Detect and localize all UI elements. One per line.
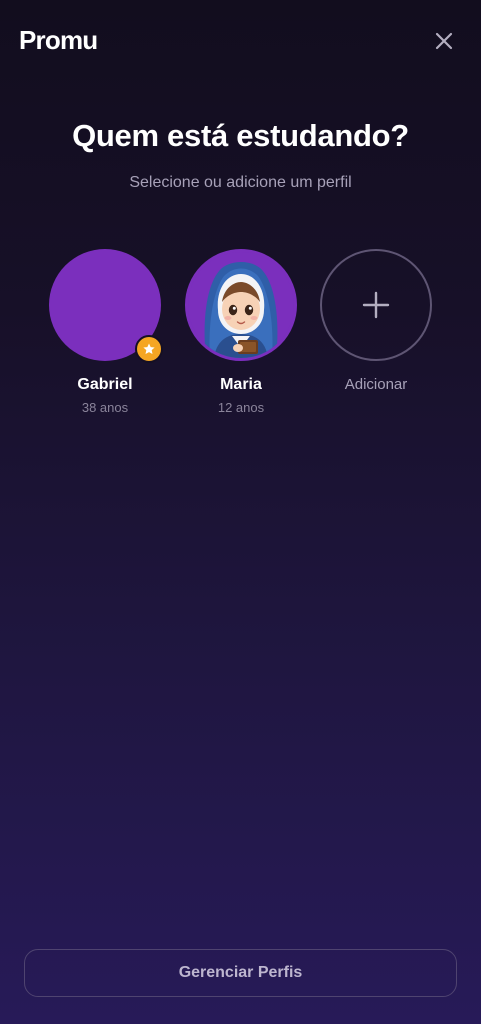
owner-badge [135, 335, 163, 363]
manage-profiles-button[interactable]: Gerenciar Perfis [24, 949, 457, 997]
star-icon [143, 343, 155, 355]
app-logo: Promu [19, 25, 98, 55]
page-title: Quem está estudando? [72, 118, 409, 153]
profile-list: Gabriel 38 anos Maria 12 anos Adicionar [0, 249, 481, 429]
add-profile-button[interactable]: Adicionar [306, 249, 446, 393]
avatar-container [49, 249, 163, 363]
profile-card-gabriel[interactable]: Gabriel 38 anos [35, 249, 175, 415]
profile-age: 38 anos [81, 400, 129, 415]
profile-card-maria[interactable]: Maria 12 anos [171, 249, 311, 415]
avatar-container [185, 249, 297, 361]
page-subtitle: Selecione ou adicione um perfil [129, 174, 352, 191]
profile-name: Maria [220, 376, 262, 393]
top-bar: Promu [0, 0, 481, 82]
avatar [185, 249, 297, 361]
close-icon [435, 32, 453, 50]
add-profile-circle[interactable] [320, 249, 432, 361]
plus-icon [362, 291, 390, 319]
close-button[interactable] [433, 30, 455, 52]
add-profile-label: Adicionar [344, 376, 408, 393]
nun-avatar-illustration [188, 252, 294, 358]
profile-age: 12 anos [217, 400, 265, 415]
profile-name: Gabriel [77, 376, 133, 393]
